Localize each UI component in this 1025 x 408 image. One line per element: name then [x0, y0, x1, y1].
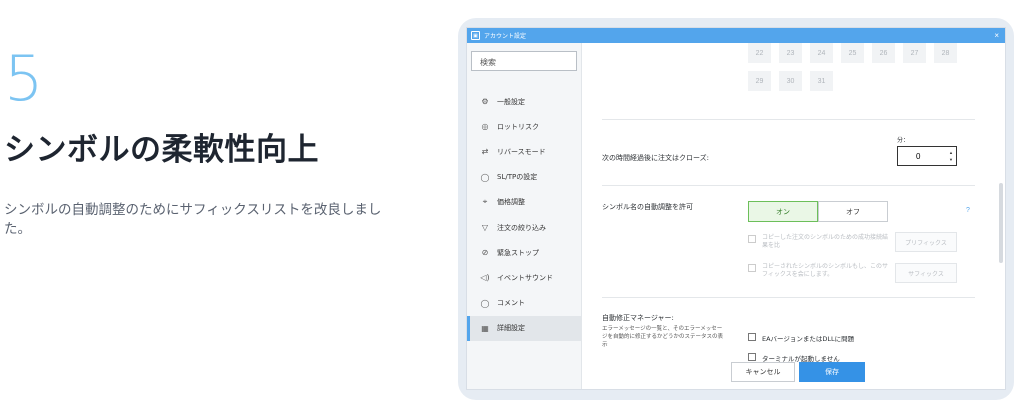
ea-dll-issue-checkbox[interactable]: [748, 333, 756, 341]
window-body: 検索 ⚙ 一般設定 ◎ ロットリスク ⇄ リバースモード ◯ SL/TPの設定 ⌖ 価格調整 ▽ 注文…: [467, 43, 1005, 389]
calendar-day: 31: [810, 71, 833, 91]
sidebar: 検索 ⚙ 一般設定 ◎ ロットリスク ⇄ リバースモード ◯ SL/TPの設定 ⌖ 価格調整 ▽ 注文…: [467, 43, 582, 389]
calendar-day: 25: [841, 43, 864, 63]
sidebar-item-icon: ▦: [481, 323, 489, 333]
calendar-day: 23: [779, 43, 802, 63]
step-number: 5: [4, 42, 44, 115]
calendar-day: 24: [810, 43, 833, 63]
minutes-value: 0: [916, 151, 921, 161]
sidebar-item[interactable]: ⚙ 一般設定: [467, 89, 581, 114]
suffix-checkbox[interactable]: [748, 264, 756, 272]
calendar-day: 29: [748, 71, 771, 91]
calendar-day: 28: [934, 43, 957, 63]
ea-dll-issue-label: EAバージョンまたはDLLに問題: [762, 335, 855, 343]
calendar-row: 29 30 31: [748, 71, 833, 91]
search-input[interactable]: 検索: [471, 51, 577, 71]
calendar-day: 26: [872, 43, 895, 63]
toggle-on-button[interactable]: オン: [748, 201, 818, 222]
save-button[interactable]: 保存: [799, 362, 865, 382]
auto-fix-manager-title: 自動修正マネージャー:: [602, 314, 674, 322]
auto-fix-manager-description: エラーメッセージの一覧と、そのエラーメッセージを自動的に修正するかどうかのステー…: [602, 326, 724, 348]
sidebar-item-label: 一般設定: [497, 97, 525, 106]
window-frame: ▣ アカウント設定 × 検索 ⚙ 一般設定 ◎ ロットリスク ⇄ リバースモード ◯ SL/T…: [458, 18, 1014, 400]
sidebar-nav: ⚙ 一般設定 ◎ ロットリスク ⇄ リバースモード ◯ SL/TPの設定 ⌖ 価格調整 ▽ 注文の絞り…: [467, 89, 581, 341]
account-settings-icon: ▣: [471, 31, 480, 40]
promo-description: シンボルの自動調整のためにサフィックスリストを改良しました。: [4, 202, 382, 237]
prefix-checkbox[interactable]: [748, 235, 756, 243]
sidebar-item-icon: ⇄: [481, 147, 489, 157]
terminal-not-starting-checkbox[interactable]: [748, 353, 756, 361]
symbol-auto-adjust-label: シンボル名の自動調整を許可: [602, 203, 693, 211]
calendar-day: 30: [779, 71, 802, 91]
sidebar-item-icon: ◯: [480, 172, 490, 182]
prefix-button[interactable]: プリフィックス: [895, 232, 957, 252]
sidebar-item-icon: ◎: [481, 122, 489, 132]
sidebar-item[interactable]: ▽ 注文の絞り込み: [467, 215, 581, 240]
sidebar-item[interactable]: ⇄ リバースモード: [467, 139, 581, 164]
minutes-unit-label: 分：: [897, 137, 910, 144]
suffix-button[interactable]: サフィックス: [895, 263, 957, 283]
divider: [602, 119, 975, 120]
divider: [602, 297, 975, 298]
toggle-off-button[interactable]: オフ: [818, 201, 888, 222]
sidebar-item[interactable]: ⌖ 価格調整: [467, 190, 581, 215]
sidebar-item[interactable]: ⊘ 緊急ストップ: [467, 240, 581, 265]
calendar-day: 27: [903, 43, 926, 63]
promo-title: シンボルの柔軟性向上: [4, 132, 319, 168]
settings-content: 22 23 24 25 26 27 28 29 30 31 次の時間経過後に注文はクローズ: 分…: [582, 43, 1005, 389]
sidebar-item-label: 詳細設定: [497, 324, 525, 333]
sidebar-item-label: 注文の絞り込み: [497, 223, 546, 232]
window-title: アカウント設定: [484, 34, 527, 40]
sidebar-item[interactable]: ◁) イベントサウンド: [467, 265, 581, 290]
calendar-row: 22 23 24 25 26 27 28: [748, 43, 957, 63]
sidebar-item[interactable]: ◯ コメント: [467, 291, 581, 316]
sidebar-item-label: ロットリスク: [497, 122, 539, 131]
sidebar-item-label: SL/TPの設定: [497, 173, 538, 182]
close-icon[interactable]: ×: [994, 31, 999, 40]
divider: [602, 185, 975, 186]
sidebar-item-label: 緊急ストップ: [497, 248, 539, 257]
sidebar-item-icon: ⚙: [481, 97, 489, 107]
sidebar-item-icon: ▽: [481, 223, 489, 233]
sidebar-item-icon: ⊘: [481, 248, 489, 258]
close-after-minutes-stepper[interactable]: 0 ▲ ▼: [897, 146, 957, 166]
sidebar-item-icon: ⌖: [482, 197, 488, 207]
help-icon[interactable]: ?: [966, 207, 970, 214]
sidebar-item-label: リバースモード: [497, 147, 546, 156]
suffix-option-label: コピーされたシンボルのシンボルもし、このサフィックスを会にします。: [762, 263, 889, 278]
sidebar-item-icon: ◯: [480, 298, 490, 308]
sidebar-item-label: 価格調整: [497, 198, 525, 207]
page: 5 シンボルの柔軟性向上 シンボルの自動調整のためにサフィックスリストを改良しま…: [0, 0, 1025, 408]
title-bar: ▣ アカウント設定 ×: [467, 28, 1005, 43]
sidebar-item-label: イベントサウンド: [497, 273, 553, 282]
scrollbar[interactable]: [999, 183, 1003, 263]
stepper-arrows-icon[interactable]: ▲ ▼: [949, 149, 953, 163]
sidebar-item-label: コメント: [497, 299, 525, 308]
close-after-label: 次の時間経過後に注文はクローズ:: [602, 154, 710, 162]
sidebar-item[interactable]: ◯ SL/TPの設定: [467, 165, 581, 190]
sidebar-item[interactable]: ◎ ロットリスク: [467, 114, 581, 139]
account-settings-window: ▣ アカウント設定 × 検索 ⚙ 一般設定 ◎ ロットリスク ⇄ リバースモード ◯ SL/T…: [466, 27, 1006, 390]
sidebar-item[interactable]: ▦ 詳細設定: [467, 315, 581, 341]
symbol-auto-adjust-toggle: オン オフ: [748, 201, 888, 222]
cancel-button[interactable]: キャンセル: [731, 362, 795, 382]
prefix-option-label: コピーした注文のシンボルのための成功接続結果を比: [762, 234, 889, 249]
sidebar-item-icon: ◁): [480, 273, 490, 283]
calendar-day: 22: [748, 43, 771, 63]
